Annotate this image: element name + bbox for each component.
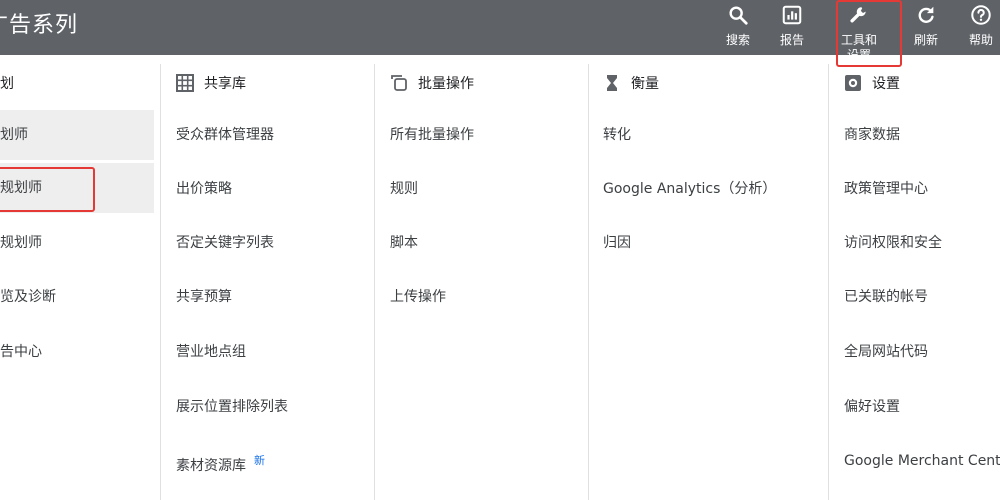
search-icon xyxy=(729,6,748,25)
measurement-item-google-analytics[interactable]: Google Analytics（分析） xyxy=(603,179,776,199)
bulk-item-rules[interactable]: 规则 xyxy=(390,179,418,199)
bulk-item-all-bulk-actions[interactable]: 所有批量操作 xyxy=(390,125,474,145)
shared-item-location-groups[interactable]: 营业地点组 xyxy=(176,342,246,362)
help-button-label: 帮助 xyxy=(968,33,993,47)
planning-item-reach-planner[interactable]: 面规划师 xyxy=(0,233,42,253)
bulk-actions-header-label: 批量操作 xyxy=(418,76,474,92)
column-divider xyxy=(828,64,829,500)
settings-header-label: 设置 xyxy=(872,76,900,92)
planning-item-ad-preview[interactable]: 预览及诊断 xyxy=(0,287,56,307)
shared-item-negative-keywords[interactable]: 否定关键字列表 xyxy=(176,233,274,253)
new-badge: 新 xyxy=(254,454,265,467)
planning-item-planner[interactable]: 规划师 xyxy=(0,125,28,145)
shared-library-header-label: 共享库 xyxy=(204,76,246,92)
bulk-item-scripts[interactable]: 脚本 xyxy=(390,233,418,253)
settings-icon xyxy=(845,75,861,91)
report-icon xyxy=(782,5,802,25)
settings-header: 设置 xyxy=(844,72,900,94)
refresh-button-label: 刷新 xyxy=(913,33,938,47)
asset-library-label: 素材资源库 xyxy=(176,458,246,474)
column-divider xyxy=(588,64,589,500)
bulk-item-uploads[interactable]: 上传操作 xyxy=(390,287,446,307)
shared-item-bid-strategies[interactable]: 出价策略 xyxy=(176,179,232,199)
settings-item-business-data[interactable]: 商家数据 xyxy=(844,125,900,145)
column-divider xyxy=(160,64,161,500)
refresh-icon xyxy=(918,6,934,23)
settings-item-policy-manager[interactable]: 政策管理中心 xyxy=(844,179,928,199)
settings-item-merchant-center[interactable]: Google Merchant Center xyxy=(844,451,1000,471)
search-button-label: 搜索 xyxy=(725,33,750,47)
report-button[interactable]: 报告 xyxy=(772,0,812,55)
shared-item-shared-budgets[interactable]: 共享预算 xyxy=(176,287,232,307)
help-icon xyxy=(971,5,991,25)
shared-library-header: 共享库 xyxy=(176,72,246,94)
search-button[interactable]: 搜索 xyxy=(718,0,758,55)
column-divider xyxy=(374,64,375,500)
settings-item-access-security[interactable]: 访问权限和安全 xyxy=(844,233,942,253)
measurement-item-conversions[interactable]: 转化 xyxy=(603,125,631,145)
shared-item-asset-library[interactable]: 素材资源库新 xyxy=(176,451,265,476)
shared-item-audience-manager[interactable]: 受众群体管理器 xyxy=(176,125,274,145)
settings-item-preferences[interactable]: 偏好设置 xyxy=(844,397,900,417)
planning-header-label: 规划 xyxy=(0,76,14,92)
keyword-planner-highlight-box xyxy=(0,167,95,212)
settings-item-linked-accounts[interactable]: 已关联的帐号 xyxy=(844,287,928,307)
report-button-label: 报告 xyxy=(779,33,804,47)
planning-item-ad-center[interactable]: 广告中心 xyxy=(0,342,42,362)
page-title: 广告系列 xyxy=(0,13,79,38)
grid-icon xyxy=(176,74,194,92)
help-button[interactable]: 帮助 xyxy=(962,0,1000,55)
shared-item-placement-exclusions[interactable]: 展示位置排除列表 xyxy=(176,397,288,417)
refresh-button[interactable]: 刷新 xyxy=(906,0,946,55)
settings-item-global-site-tag[interactable]: 全局网站代码 xyxy=(844,342,928,362)
planning-header: 规划 xyxy=(0,72,14,94)
hourglass-icon xyxy=(607,75,617,91)
bulk-actions-header: 批量操作 xyxy=(390,72,474,94)
measurement-header: 衡量 xyxy=(603,72,659,94)
tools-highlight-box xyxy=(836,0,902,67)
measurement-item-attribution[interactable]: 归因 xyxy=(603,233,631,253)
measurement-header-label: 衡量 xyxy=(631,76,659,92)
copy-icon xyxy=(391,75,407,91)
